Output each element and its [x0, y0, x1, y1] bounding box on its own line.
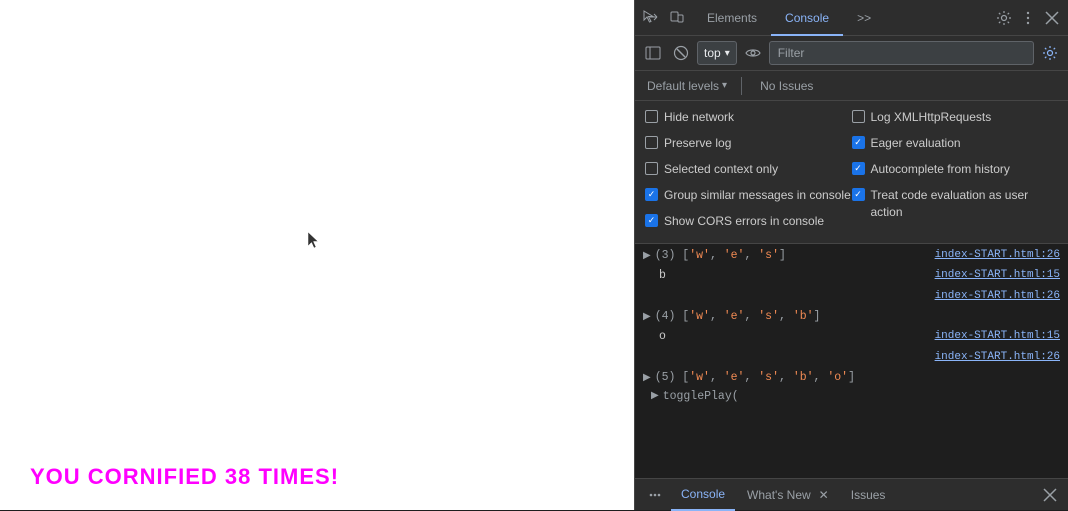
more-options-icon[interactable] — [1016, 6, 1040, 30]
hide-network-checkbox[interactable] — [645, 110, 658, 123]
tab-console[interactable]: Console — [771, 0, 843, 36]
console-settings-panel: Hide network Preserve log Selected conte… — [635, 101, 1068, 244]
eye-icon[interactable] — [741, 41, 765, 65]
console-link-3[interactable]: index-START.html:26 — [927, 288, 1060, 306]
console-link-5[interactable]: index-START.html:15 — [927, 328, 1060, 346]
eager-evaluation-label: Eager evaluation — [871, 135, 961, 152]
console-settings-icon[interactable] — [1038, 41, 1062, 65]
inspect-element-icon[interactable] — [639, 6, 663, 30]
group-similar-messages-label: Group similar messages in console — [664, 187, 851, 204]
bottom-tab-issues[interactable]: Issues — [841, 479, 896, 511]
expand-arrow-1[interactable]: ▶ — [643, 249, 651, 265]
bottom-tab-console[interactable]: Console — [671, 479, 735, 511]
levels-label: Default levels — [647, 79, 719, 93]
selected-context-only-option[interactable]: Selected context only — [645, 161, 852, 183]
toggle-play-arrow: ▶ — [651, 390, 659, 402]
clear-console-icon[interactable] — [669, 41, 693, 65]
selected-context-only-checkbox[interactable] — [645, 162, 658, 175]
eager-evaluation-checkbox[interactable] — [852, 136, 865, 149]
eager-evaluation-option[interactable]: Eager evaluation — [852, 135, 1059, 157]
whats-new-close-icon[interactable]: ✕ — [819, 488, 829, 502]
hide-network-label: Hide network — [664, 109, 734, 126]
settings-col-1: Hide network Preserve log Selected conte… — [645, 109, 852, 235]
treat-code-evaluation-label: Treat code evaluation as user action — [871, 187, 1059, 221]
tab-elements[interactable]: Elements — [693, 0, 771, 36]
show-cors-errors-option[interactable]: Show CORS errors in console — [645, 213, 852, 235]
console-content-1: (3) ['w', 'e', 's'] — [655, 247, 927, 265]
filter-input[interactable] — [769, 41, 1034, 65]
console-content-5: o — [659, 328, 927, 346]
preserve-log-checkbox[interactable] — [645, 136, 658, 149]
console-line-1: ▶ (3) ['w', 'e', 's'] index-START.html:2… — [635, 246, 1068, 266]
console-line-5: o index-START.html:15 — [635, 327, 1068, 347]
console-subbar: Default levels ▾ No Issues — [635, 71, 1068, 101]
group-similar-messages-option[interactable]: Group similar messages in console — [645, 187, 852, 209]
close-devtools-icon[interactable] — [1040, 6, 1064, 30]
console-content-4: (4) ['w', 'e', 's', 'b'] — [655, 308, 1060, 326]
selected-context-only-label: Selected context only — [664, 161, 778, 178]
toggle-play-text: togglePlay( — [663, 390, 739, 403]
console-content-7: (5) ['w', 'e', 's', 'b', 'o'] — [655, 369, 1060, 387]
autocomplete-history-label: Autocomplete from history — [871, 161, 1010, 178]
context-label: top — [704, 46, 721, 60]
no-issues-label: No Issues — [760, 79, 813, 93]
devtools-panel: Elements Console >> — [634, 0, 1068, 510]
devtools-settings-icon[interactable] — [992, 6, 1016, 30]
webpage-panel: YOU CORNIFIED 38 TIMES! — [0, 0, 634, 510]
levels-arrow-icon: ▾ — [722, 80, 727, 91]
console-link-2[interactable]: index-START.html:15 — [927, 267, 1060, 285]
cursor-pointer — [308, 232, 320, 250]
devtools-bottom-bar: Console What's New ✕ Issues — [635, 478, 1068, 510]
settings-col-2: Log XMLHttpRequests Eager evaluation Aut… — [852, 109, 1059, 235]
treat-code-evaluation-option[interactable]: Treat code evaluation as user action — [852, 187, 1059, 221]
autocomplete-history-checkbox[interactable] — [852, 162, 865, 175]
treat-code-evaluation-checkbox[interactable] — [852, 188, 865, 201]
device-toggle-icon[interactable] — [665, 6, 689, 30]
show-cors-errors-label: Show CORS errors in console — [664, 213, 824, 230]
console-line-7: ▶ (5) ['w', 'e', 's', 'b', 'o'] — [635, 368, 1068, 388]
tab-more[interactable]: >> — [843, 0, 885, 36]
default-levels-button[interactable]: Default levels ▾ — [643, 77, 731, 95]
bottom-close-icon[interactable] — [1038, 483, 1062, 507]
log-xml-option[interactable]: Log XMLHttpRequests — [852, 109, 1059, 131]
group-similar-messages-checkbox[interactable] — [645, 188, 658, 201]
bottom-whats-new-label: What's New — [747, 488, 811, 502]
sidebar-toggle-icon[interactable] — [641, 41, 665, 65]
console-link-1[interactable]: index-START.html:26 — [927, 247, 1060, 265]
cornified-text: YOU CORNIFIED 38 TIMES! — [30, 464, 339, 490]
more-tabs-icon[interactable] — [641, 481, 669, 509]
preserve-log-option[interactable]: Preserve log — [645, 135, 852, 157]
console-output: ▶ (3) ['w', 'e', 's'] index-START.html:2… — [635, 244, 1068, 478]
console-content-2: b — [659, 267, 927, 285]
console-line-6: index-START.html:26 — [635, 348, 1068, 368]
top-icons — [635, 0, 693, 35]
settings-row: Hide network Preserve log Selected conte… — [645, 109, 1058, 235]
console-link-6[interactable]: index-START.html:26 — [927, 349, 1060, 367]
console-line-4: ▶ (4) ['w', 'e', 's', 'b'] — [635, 307, 1068, 327]
autocomplete-history-option[interactable]: Autocomplete from history — [852, 161, 1059, 183]
console-line-3: index-START.html:26 — [635, 287, 1068, 307]
show-cors-errors-checkbox[interactable] — [645, 214, 658, 227]
top-right-icons — [992, 0, 1068, 35]
log-xml-checkbox[interactable] — [852, 110, 865, 123]
bottom-issues-label: Issues — [851, 488, 886, 502]
expand-arrow-2[interactable]: ▶ — [643, 310, 651, 326]
bottom-tab-whats-new[interactable]: What's New ✕ — [737, 479, 839, 511]
devtools-tabs-bar: Elements Console >> — [635, 0, 1068, 36]
subbar-divider — [741, 77, 742, 95]
log-xml-label: Log XMLHttpRequests — [871, 109, 992, 126]
hide-network-option[interactable]: Hide network — [645, 109, 852, 131]
console-header: top ▾ — [635, 36, 1068, 71]
console-line-toggle-play[interactable]: ▶ togglePlay( — [635, 388, 1068, 405]
bottom-console-label: Console — [681, 487, 725, 501]
context-arrow-icon: ▾ — [725, 48, 730, 59]
expand-arrow-3[interactable]: ▶ — [643, 371, 651, 387]
preserve-log-label: Preserve log — [664, 135, 731, 152]
context-selector[interactable]: top ▾ — [697, 41, 737, 65]
console-line-2: b index-START.html:15 — [635, 266, 1068, 286]
